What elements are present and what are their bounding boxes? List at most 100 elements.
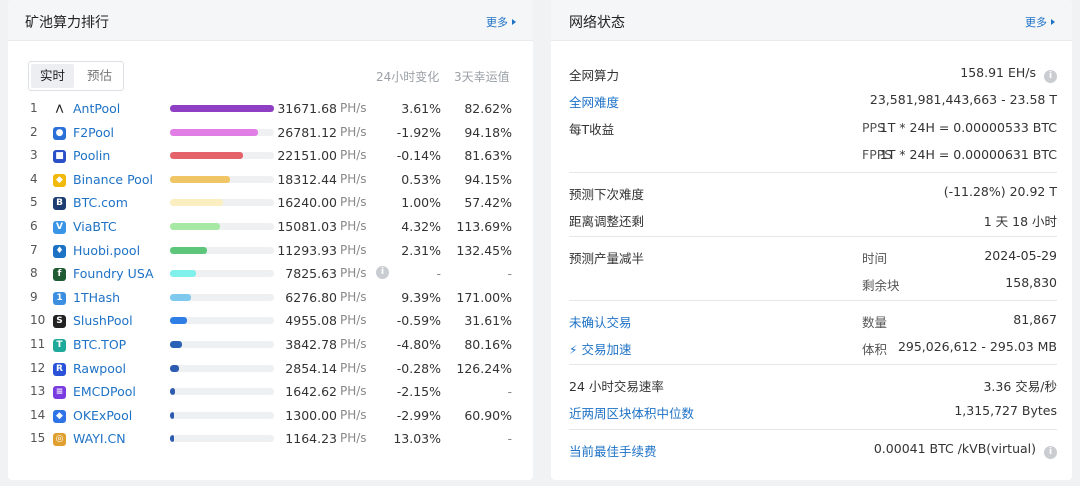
pool-row: 8 f Foundry USA 7825.63 PH/s i - - (8, 266, 533, 290)
poolin-icon: ■ (53, 150, 66, 164)
pool-name-link[interactable]: Binance Pool (73, 172, 153, 187)
pool-3day-luck: 60.90% (464, 407, 512, 423)
network-difficulty-value: 23,581,981,443,663 - 23.58 T (869, 92, 1057, 107)
pool-3day-luck: - (507, 431, 512, 447)
pool-name-link[interactable]: Poolin (73, 148, 110, 163)
panel-title: 矿池算力排行 (25, 15, 109, 31)
pool-name-link[interactable]: Foundry USA (73, 266, 154, 281)
more-link[interactable]: 更多 (1025, 14, 1055, 30)
best-fee-link[interactable]: 当前最佳手续费 (569, 441, 657, 460)
pool-hashrate: 26781.12 (277, 124, 337, 140)
pool-name-link[interactable]: EMCDPool (73, 384, 136, 399)
adjust-remaining-value: 1 天 18 小时 (983, 214, 1057, 229)
antpool-icon: ⋀ (53, 103, 66, 116)
pool-rank: 10 (30, 313, 46, 328)
pool-name-link[interactable]: WAYI.CN (73, 431, 126, 446)
network-difficulty-link[interactable]: 全网难度 (569, 92, 619, 111)
pool-3day-luck: 31.61% (464, 313, 512, 329)
column-header-24h-change: 24小时变化 (376, 70, 440, 84)
hashrate-bar (170, 411, 274, 419)
huobi-icon: ♦ (53, 244, 66, 258)
pool-3day-luck: - (507, 266, 512, 282)
hashrate-bar (170, 105, 274, 112)
panel-title: 网络状态 (569, 15, 625, 31)
wayi-icon: ◎ (53, 433, 66, 447)
hashrate-bar (170, 175, 274, 183)
pool-3day-luck: 82.62% (464, 101, 512, 116)
hashrate-bar-fill (170, 388, 176, 396)
pool-name-link[interactable]: SlushPool (73, 313, 133, 328)
pool-name-link[interactable]: ViaBTC (73, 219, 117, 234)
pool-row: 3 ■ Poolin 22151.00 PH/s -0.14% 81.63% (8, 148, 533, 172)
hashrate-bar (170, 270, 274, 278)
info-icon[interactable]: i (1044, 446, 1057, 459)
hashrate-bar-fill (170, 341, 183, 348)
okex-icon: ◆ (53, 409, 66, 423)
tab-estimate[interactable]: 预估 (76, 62, 123, 90)
pool-rank: 13 (30, 384, 46, 399)
pool-hashrate: 1164.23 (285, 431, 337, 447)
hashrate-bar (170, 388, 274, 396)
pool-3day-luck: 80.16% (464, 337, 512, 352)
caret-right-icon (1051, 19, 1055, 25)
hashrate-bar (170, 199, 274, 207)
pool-name-link[interactable]: Huobi.pool (73, 243, 140, 258)
pool-24h-change: -0.28% (396, 360, 441, 376)
divider (569, 236, 1057, 237)
hashrate-unit: PH/s (340, 148, 367, 163)
next-difficulty-value: (-11.28%) 20.92 T (943, 184, 1057, 199)
pool-name-link[interactable]: 1THash (73, 290, 120, 305)
hashrate-bar (170, 152, 274, 160)
more-link[interactable]: 更多 (486, 14, 516, 30)
divider (569, 300, 1057, 301)
tx-accelerate-link[interactable]: ⚡ 交易加速 (569, 339, 631, 358)
info-icon[interactable]: i (1044, 70, 1057, 83)
hashrate-unit: PH/s (340, 289, 367, 304)
hashrate-bar-fill (170, 105, 274, 112)
pool-name-link[interactable]: AntPool (73, 101, 120, 116)
pool-name-link[interactable]: F2Pool (73, 125, 114, 140)
pps-value: 1T * 24H = 0.00000533 BTC (879, 120, 1057, 135)
f2pool-icon: ● (53, 126, 66, 140)
more-label[interactable]: 更多 (486, 16, 508, 29)
pool-24h-change: -2.99% (396, 407, 441, 423)
network-status-panel: 网络状态 更多 全网算力 158.91 EH/s i 全网难度 23,581,98… (551, 0, 1072, 480)
pool-3day-luck: 57.42% (464, 195, 512, 211)
pool-3day-luck: 126.24% (456, 360, 512, 376)
pool-name-link[interactable]: BTC.TOP (73, 337, 126, 352)
pool-hashrate: 18312.44 (277, 171, 337, 187)
hashrate-unit: PH/s (340, 384, 367, 399)
pool-rank: 3 (30, 148, 38, 163)
hashrate-unit: PH/s (340, 360, 367, 375)
pool-hashrate: 3842.78 (285, 337, 337, 352)
pool-name-link[interactable]: OKExPool (73, 408, 132, 423)
tab-realtime[interactable]: 实时 (31, 64, 74, 88)
network-hashrate-label: 全网算力 (569, 68, 620, 83)
pool-rank: 1 (30, 101, 38, 115)
tx-accelerate-label[interactable]: 交易加速 (581, 342, 631, 357)
foundry-icon: f (53, 268, 66, 282)
pool-24h-change: 0.53% (401, 171, 441, 187)
hashrate-bar-fill (170, 317, 187, 325)
best-fee-text: 0.00041 BTC /kVB(virtual) (873, 441, 1036, 456)
hashrate-bar-fill (170, 152, 243, 160)
block-size-median-link[interactable]: 近两周区块体积中位数 (569, 403, 694, 422)
pool-name-link[interactable]: Rawpool (73, 361, 126, 376)
more-label[interactable]: 更多 (1025, 16, 1047, 29)
caret-right-icon (512, 19, 516, 25)
pool-24h-change: -4.80% (396, 337, 441, 352)
pool-row: 9 1 1THash 6276.80 PH/s 9.39% 171.00% (8, 290, 533, 314)
panel-header: 矿池算力排行 更多 (8, 0, 533, 41)
pool-3day-luck: - (507, 384, 512, 400)
unconfirmed-tx-link[interactable]: 未确认交易 (569, 312, 632, 331)
hashrate-bar-fill (170, 435, 174, 443)
adjust-remaining-label: 距离调整还剩 (569, 214, 645, 229)
tx-size-value: 295,026,612 - 295.03 MB (897, 339, 1057, 354)
pool-name-link[interactable]: BTC.com (73, 195, 128, 210)
pool-hashrate: 4955.08 (285, 313, 337, 329)
tx-count-label: 数量 (862, 315, 888, 330)
hashrate-unit: PH/s (340, 242, 367, 257)
hashrate-bar (170, 341, 274, 348)
pool-3day-luck: 94.15% (464, 171, 512, 187)
pool-row: 14 ◆ OKExPool 1300.00 PH/s -2.99% 60.90% (8, 408, 533, 432)
